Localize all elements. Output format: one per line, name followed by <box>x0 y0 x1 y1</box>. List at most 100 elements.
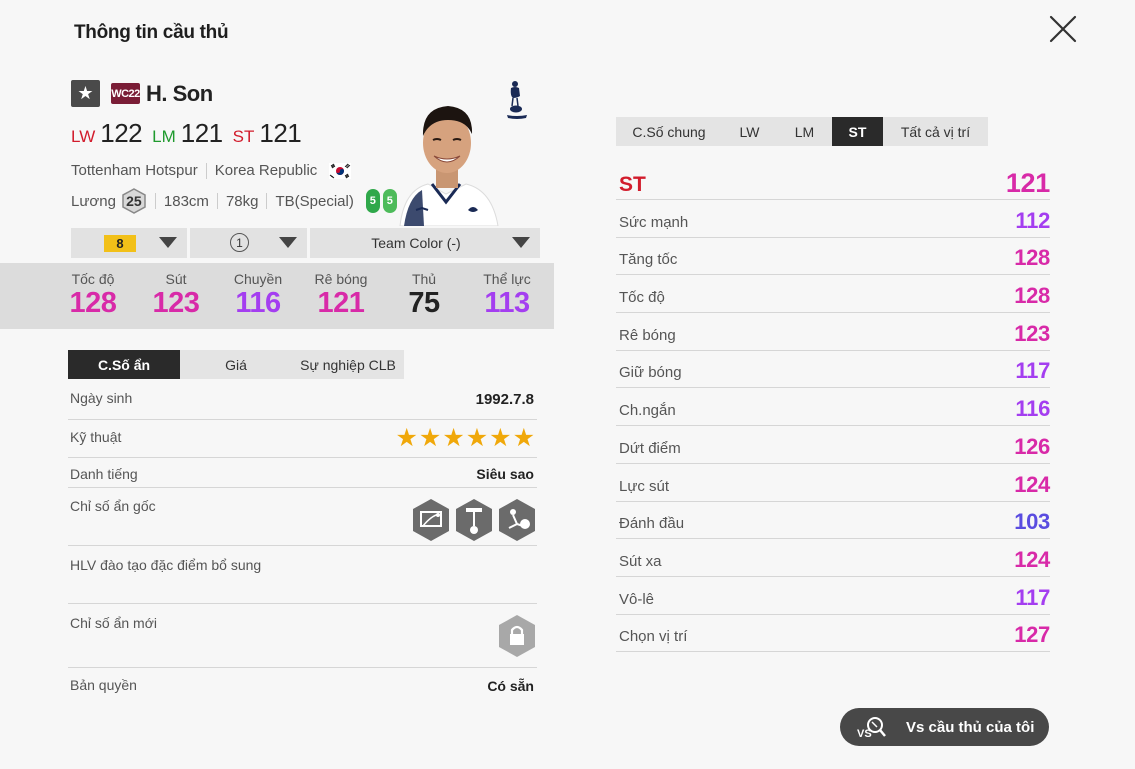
tab-club-career[interactable]: Sự nghiệp CLB <box>292 350 404 379</box>
upgrade-level-select[interactable]: 8 <box>71 228 187 258</box>
summary-stat-label: Tốc độ <box>71 271 115 287</box>
salary-badge: 25 <box>121 188 147 214</box>
position-label: ST <box>232 127 255 146</box>
club-name: Tottenham Hotspur <box>71 162 198 179</box>
tab-lm[interactable]: LM <box>777 117 832 146</box>
skill-star-icon: ★ <box>489 424 512 452</box>
stat-label: Tăng tốc <box>619 251 678 269</box>
chevron-down-icon <box>159 237 177 248</box>
physical-info-row: Lương 25 183cm 78kg TB(Special) 5 5 <box>71 188 400 214</box>
body-type-value: TB(Special) <box>275 192 354 210</box>
team-color-select[interactable]: Team Color (-) <box>310 228 540 258</box>
stat-label: Ch.ngắn <box>619 402 676 420</box>
stat-row: Sức mạnh 112 <box>616 200 1050 238</box>
tab-lw[interactable]: LW <box>722 117 777 146</box>
summary-stat-label: Thủ <box>411 271 437 287</box>
stat-header-label: ST <box>619 172 646 196</box>
stat-value: 124 <box>1014 546 1050 572</box>
tab-all-positions[interactable]: Tất cả vị trí <box>883 117 988 146</box>
stat-row: Vô-lê 117 <box>616 577 1050 615</box>
stat-value: 112 <box>1015 207 1050 233</box>
divider <box>266 193 268 209</box>
stat-label: Sút xa <box>619 552 662 570</box>
birth-label: Ngày sinh <box>70 390 133 406</box>
summary-stat-label: Sút <box>165 271 187 287</box>
tab-general-stats[interactable]: C.Số chung <box>616 117 722 146</box>
new-traits-row: Chỉ số ẩn mới <box>68 604 537 668</box>
stat-value: 124 <box>1014 471 1050 497</box>
summary-stat-value: 128 <box>69 287 117 319</box>
compare-button-label: Vs cầu thủ của tôi <box>906 718 1035 736</box>
summary-stat: Chuyền 116 <box>223 263 293 320</box>
weak-foot-badge: 5 <box>365 189 380 213</box>
summary-stat-value: 116 <box>235 287 281 319</box>
finesse-shot-icon[interactable] <box>411 498 451 542</box>
stat-row: Dứt điểm 126 <box>616 426 1050 464</box>
favorite-star-icon[interactable]: ★ <box>71 80 100 107</box>
license-row: Bản quyền Có sẵn <box>68 668 537 704</box>
summary-stats-bar: Tốc độ 128 Sút 123 Chuyền 116 Rê bóng 12… <box>0 263 554 329</box>
tab-st[interactable]: ST <box>832 117 883 146</box>
tab-price[interactable]: Giá <box>180 350 292 379</box>
skill-star-icon: ★ <box>465 424 489 452</box>
close-icon[interactable] <box>1046 12 1080 46</box>
coach-row: HLV đào tạo đặc điểm bổ sung <box>68 546 537 604</box>
salary-value: 25 <box>126 193 142 209</box>
summary-stat-value: 113 <box>484 287 530 319</box>
flair-icon[interactable] <box>497 498 537 542</box>
stat-row: Rê bóng 123 <box>616 313 1050 351</box>
summary-stat: Sút 123 <box>141 263 211 320</box>
summary-stat: Thể lực 113 <box>472 263 542 320</box>
training-level-select[interactable]: 1 <box>190 228 307 258</box>
stat-value: 127 <box>1014 622 1050 648</box>
fame-row: Danh tiếng Siêu sao <box>68 458 537 488</box>
speed-dribbler-icon[interactable] <box>454 498 494 542</box>
license-label: Bản quyền <box>70 677 137 693</box>
birth-row: Ngày sinh 1992.7.8 <box>68 382 537 420</box>
skill-row: Kỹ thuật ★ ★ ★ ★ ★ ★ <box>68 420 537 458</box>
stat-value: 128 <box>1014 245 1050 271</box>
position-value: 121 <box>180 118 223 148</box>
season-badge: WC22 <box>111 83 140 104</box>
summary-stat-value: 75 <box>408 287 440 319</box>
summary-stat: Rê bóng 121 <box>306 263 376 320</box>
club-nation-row: Tottenham Hotspur Korea Republic <box>71 162 352 179</box>
stat-label: Tốc độ <box>619 289 665 307</box>
divider <box>205 162 207 179</box>
stat-row: Chọn vị trí 127 <box>616 615 1050 653</box>
summary-stat-value: 123 <box>152 287 200 319</box>
coach-label: HLV đào tạo đặc điểm bổ sung <box>70 557 262 573</box>
stat-label: Rê bóng <box>619 326 676 344</box>
upgrade-badge: 8 <box>104 235 136 252</box>
stat-value: 117 <box>1015 584 1050 610</box>
position-rating: ST 121 <box>233 118 302 149</box>
stat-value: 123 <box>1014 320 1050 346</box>
new-traits-label: Chỉ số ẩn mới <box>70 615 157 631</box>
stat-header-row: ST 121 <box>616 162 1050 200</box>
license-value: Có sẵn <box>487 678 534 694</box>
position-value: 121 <box>259 118 302 148</box>
compare-icon: VS <box>857 717 886 739</box>
compare-player-button[interactable]: VS Vs cầu thủ của tôi <box>840 708 1049 746</box>
stat-row: Sút xa 124 <box>616 539 1050 577</box>
tab-hidden-stats[interactable]: C.Số ẩn <box>68 350 180 379</box>
stat-label: Giữ bóng <box>619 364 682 382</box>
window-title: Thông tin cầu thủ <box>74 22 229 43</box>
stat-row: Đánh đầu 103 <box>616 502 1050 540</box>
summary-stat-label: Thể lực <box>483 271 531 287</box>
lock-icon[interactable] <box>498 614 536 658</box>
stat-value: 126 <box>1014 433 1050 459</box>
position-label: LM <box>152 127 176 146</box>
summary-stat-value: 121 <box>317 287 365 319</box>
summary-stat: Thủ 75 <box>389 263 459 320</box>
level-badge: 1 <box>230 233 249 252</box>
selector-row: 8 1 Team Color (-) <box>71 228 543 258</box>
summary-stat-label: Rê bóng <box>314 271 368 287</box>
skill-star-icon: ★ <box>442 424 465 452</box>
skill-label: Kỹ thuật <box>70 429 122 445</box>
stat-label: Dứt điểm <box>619 439 681 457</box>
stat-label: Đánh đầu <box>619 515 685 533</box>
weight-value: 78kg <box>225 192 259 210</box>
position-rating: LW 122 <box>71 118 143 149</box>
stat-header-value: 121 <box>1005 167 1050 198</box>
